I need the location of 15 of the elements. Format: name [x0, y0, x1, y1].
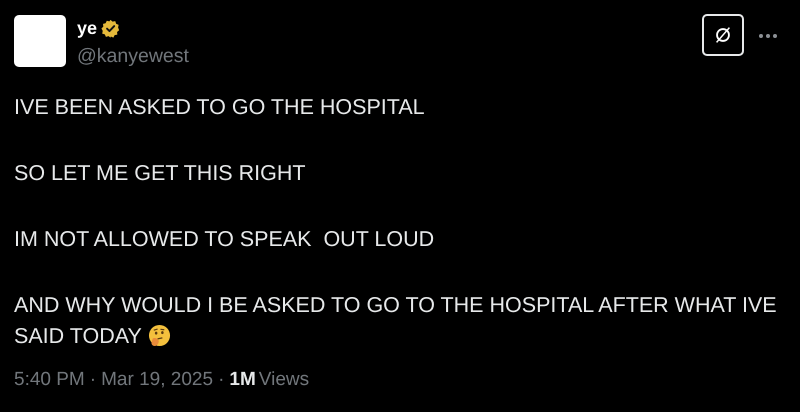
separator-dot: · — [90, 369, 96, 391]
grok-button[interactable] — [702, 14, 744, 56]
thinking-emoji-icon — [148, 324, 171, 347]
tweet-text: AND WHY WOULD I BE ASKED TO GO TO THE HOSPITAL AFTER WHAT IVE SAID TODAY — [14, 292, 778, 350]
views-count: 1M — [229, 369, 256, 391]
separator-dot: · — [218, 369, 224, 391]
user-handle[interactable]: @kanyewest — [77, 45, 189, 68]
display-name[interactable]: ye — [77, 18, 98, 38]
tweet-text: IM NOT ALLOWED TO SPEAK OUT LOUD — [14, 226, 436, 253]
views-label: Views — [258, 369, 310, 391]
tweet-date[interactable]: Mar 19, 2025 — [101, 369, 214, 391]
tweet-text: IVE BEEN ASKED TO GO THE HOSPITAL — [14, 94, 426, 121]
more-icon[interactable] — [758, 33, 778, 39]
tweet-time[interactable]: 5:40 PM — [14, 369, 85, 391]
tweet-text: SO LET ME GET THIS RIGHT — [14, 160, 306, 187]
